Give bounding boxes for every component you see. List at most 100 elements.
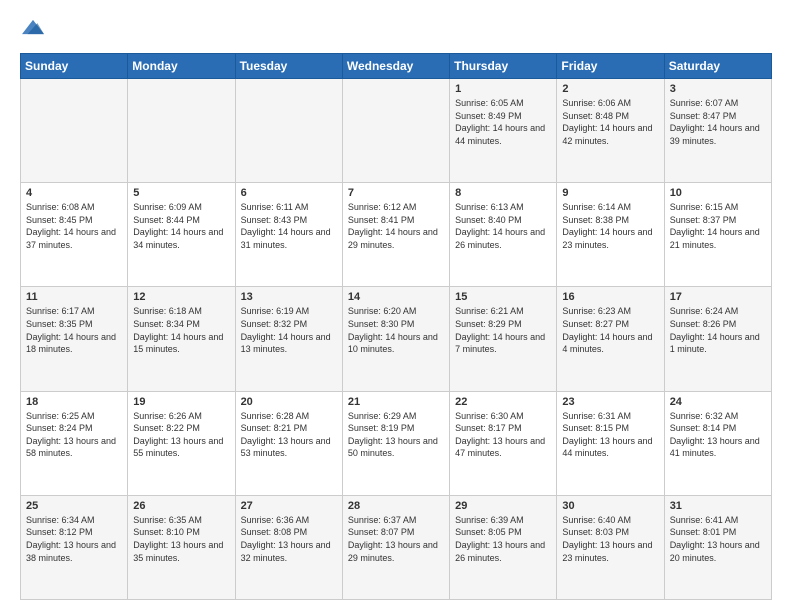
day-number: 14 <box>348 291 444 303</box>
day-cell: 5Sunrise: 6:09 AM Sunset: 8:44 PM Daylig… <box>128 183 235 287</box>
day-number: 8 <box>455 187 551 199</box>
day-info: Sunrise: 6:34 AM Sunset: 8:12 PM Dayligh… <box>26 514 122 564</box>
day-cell: 20 Sunrise: 6:28 AM Sunset: 8:21 PM Dayli… <box>235 391 342 495</box>
day-number: 19 <box>133 396 229 408</box>
day-number: 3 <box>670 83 766 95</box>
day-cell: 18 Sunrise: 6:25 AM Sunset: 8:24 PM Dayli… <box>21 391 128 495</box>
day-cell: 6 Sunrise: 6:11 AM Sunset: 8:43 PM Daylig… <box>235 183 342 287</box>
day-info: Sunrise: 6:20 AM Sunset: 8:30 PM Dayligh… <box>348 305 444 355</box>
day-cell: 17Sunrise: 6:24 AM Sunset: 8:26 PM Dayli… <box>664 287 771 391</box>
day-cell: 28 Sunrise: 6:37 AM Sunset: 8:07 PM Dayli… <box>342 495 449 599</box>
day-cell: 25 Sunrise: 6:34 AM Sunset: 8:12 PM Dayli… <box>21 495 128 599</box>
day-info: Sunrise: 6:41 AM Sunset: 8:01 PM Dayligh… <box>670 514 766 564</box>
day-header-tuesday: Tuesday <box>235 54 342 79</box>
day-number: 6 <box>241 187 337 199</box>
header-row: SundayMondayTuesdayWednesdayThursdayFrid… <box>21 54 772 79</box>
day-info: Sunrise: 6:08 AM Sunset: 8:45 PM Dayligh… <box>26 201 122 251</box>
day-number: 30 <box>562 500 658 512</box>
calendar-page: SundayMondayTuesdayWednesdayThursdayFrid… <box>0 0 792 612</box>
day-number: 22 <box>455 396 551 408</box>
day-cell <box>342 79 449 183</box>
day-info: Sunrise: 6:12 AM Sunset: 8:41 PM Dayligh… <box>348 201 444 251</box>
day-info: Sunrise: 6:31 AM Sunset: 8:15 PM Dayligh… <box>562 410 658 460</box>
day-number: 7 <box>348 187 444 199</box>
day-cell: 3Sunrise: 6:07 AM Sunset: 8:47 PM Daylig… <box>664 79 771 183</box>
day-number: 9 <box>562 187 658 199</box>
day-number: 31 <box>670 500 766 512</box>
day-info: Sunrise: 6:39 AM Sunset: 8:05 PM Dayligh… <box>455 514 551 564</box>
calendar-header: SundayMondayTuesdayWednesdayThursdayFrid… <box>21 54 772 79</box>
day-number: 4 <box>26 187 122 199</box>
day-header-saturday: Saturday <box>664 54 771 79</box>
day-cell: 4 Sunrise: 6:08 AM Sunset: 8:45 PM Daylig… <box>21 183 128 287</box>
day-number: 25 <box>26 500 122 512</box>
week-row-0: 1 Sunrise: 6:05 AM Sunset: 8:49 PM Daylig… <box>21 79 772 183</box>
day-number: 13 <box>241 291 337 303</box>
day-number: 26 <box>133 500 229 512</box>
day-number: 23 <box>562 396 658 408</box>
day-header-thursday: Thursday <box>450 54 557 79</box>
day-header-wednesday: Wednesday <box>342 54 449 79</box>
day-info: Sunrise: 6:29 AM Sunset: 8:19 PM Dayligh… <box>348 410 444 460</box>
calendar-body: 1 Sunrise: 6:05 AM Sunset: 8:49 PM Daylig… <box>21 79 772 600</box>
day-cell: 16 Sunrise: 6:23 AM Sunset: 8:27 PM Dayli… <box>557 287 664 391</box>
day-cell: 10 Sunrise: 6:15 AM Sunset: 8:37 PM Dayli… <box>664 183 771 287</box>
day-cell: 7 Sunrise: 6:12 AM Sunset: 8:41 PM Daylig… <box>342 183 449 287</box>
day-info: Sunrise: 6:13 AM Sunset: 8:40 PM Dayligh… <box>455 201 551 251</box>
day-number: 18 <box>26 396 122 408</box>
header <box>20 16 772 43</box>
day-info: Sunrise: 6:14 AM Sunset: 8:38 PM Dayligh… <box>562 201 658 251</box>
day-info: Sunrise: 6:15 AM Sunset: 8:37 PM Dayligh… <box>670 201 766 251</box>
day-number: 12 <box>133 291 229 303</box>
day-info: Sunrise: 6:17 AM Sunset: 8:35 PM Dayligh… <box>26 305 122 355</box>
week-row-2: 11 Sunrise: 6:17 AM Sunset: 8:35 PM Dayli… <box>21 287 772 391</box>
day-cell: 14 Sunrise: 6:20 AM Sunset: 8:30 PM Dayli… <box>342 287 449 391</box>
day-cell: 31 Sunrise: 6:41 AM Sunset: 8:01 PM Dayli… <box>664 495 771 599</box>
day-info: Sunrise: 6:28 AM Sunset: 8:21 PM Dayligh… <box>241 410 337 460</box>
day-cell: 8 Sunrise: 6:13 AM Sunset: 8:40 PM Daylig… <box>450 183 557 287</box>
day-number: 29 <box>455 500 551 512</box>
day-cell <box>21 79 128 183</box>
day-number: 11 <box>26 291 122 303</box>
day-cell: 11 Sunrise: 6:17 AM Sunset: 8:35 PM Dayli… <box>21 287 128 391</box>
day-info: Sunrise: 6:25 AM Sunset: 8:24 PM Dayligh… <box>26 410 122 460</box>
day-number: 16 <box>562 291 658 303</box>
day-cell: 26 Sunrise: 6:35 AM Sunset: 8:10 PM Dayli… <box>128 495 235 599</box>
day-info: Sunrise: 6:37 AM Sunset: 8:07 PM Dayligh… <box>348 514 444 564</box>
logo <box>20 16 44 43</box>
day-info: Sunrise: 6:11 AM Sunset: 8:43 PM Dayligh… <box>241 201 337 251</box>
day-info: Sunrise: 6:30 AM Sunset: 8:17 PM Dayligh… <box>455 410 551 460</box>
day-number: 20 <box>241 396 337 408</box>
day-cell: 27Sunrise: 6:36 AM Sunset: 8:08 PM Dayli… <box>235 495 342 599</box>
day-info: Sunrise: 6:26 AM Sunset: 8:22 PM Dayligh… <box>133 410 229 460</box>
day-header-sunday: Sunday <box>21 54 128 79</box>
day-cell: 30 Sunrise: 6:40 AM Sunset: 8:03 PM Dayli… <box>557 495 664 599</box>
day-number: 1 <box>455 83 551 95</box>
day-info: Sunrise: 6:05 AM Sunset: 8:49 PM Dayligh… <box>455 97 551 147</box>
day-number: 27 <box>241 500 337 512</box>
day-cell: 23 Sunrise: 6:31 AM Sunset: 8:15 PM Dayli… <box>557 391 664 495</box>
day-cell: 19 Sunrise: 6:26 AM Sunset: 8:22 PM Dayli… <box>128 391 235 495</box>
week-row-4: 25 Sunrise: 6:34 AM Sunset: 8:12 PM Dayli… <box>21 495 772 599</box>
day-info: Sunrise: 6:40 AM Sunset: 8:03 PM Dayligh… <box>562 514 658 564</box>
day-cell: 12Sunrise: 6:18 AM Sunset: 8:34 PM Dayli… <box>128 287 235 391</box>
day-cell <box>128 79 235 183</box>
day-cell: 24 Sunrise: 6:32 AM Sunset: 8:14 PM Dayli… <box>664 391 771 495</box>
day-number: 24 <box>670 396 766 408</box>
day-number: 5 <box>133 187 229 199</box>
day-cell: 22 Sunrise: 6:30 AM Sunset: 8:17 PM Dayli… <box>450 391 557 495</box>
day-cell: 21Sunrise: 6:29 AM Sunset: 8:19 PM Dayli… <box>342 391 449 495</box>
day-header-friday: Friday <box>557 54 664 79</box>
logo-icon <box>22 16 44 38</box>
day-number: 10 <box>670 187 766 199</box>
day-info: Sunrise: 6:23 AM Sunset: 8:27 PM Dayligh… <box>562 305 658 355</box>
day-info: Sunrise: 6:35 AM Sunset: 8:10 PM Dayligh… <box>133 514 229 564</box>
day-cell: 1 Sunrise: 6:05 AM Sunset: 8:49 PM Daylig… <box>450 79 557 183</box>
day-cell <box>235 79 342 183</box>
week-row-1: 4 Sunrise: 6:08 AM Sunset: 8:45 PM Daylig… <box>21 183 772 287</box>
day-cell: 2Sunrise: 6:06 AM Sunset: 8:48 PM Daylig… <box>557 79 664 183</box>
day-info: Sunrise: 6:21 AM Sunset: 8:29 PM Dayligh… <box>455 305 551 355</box>
day-number: 28 <box>348 500 444 512</box>
week-row-3: 18 Sunrise: 6:25 AM Sunset: 8:24 PM Dayli… <box>21 391 772 495</box>
day-info: Sunrise: 6:32 AM Sunset: 8:14 PM Dayligh… <box>670 410 766 460</box>
